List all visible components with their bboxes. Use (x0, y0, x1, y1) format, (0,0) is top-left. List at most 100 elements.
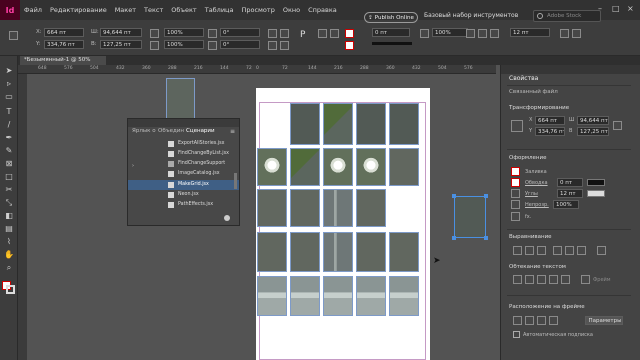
selected-image-frame[interactable] (454, 196, 486, 238)
free-transform-tool-icon[interactable]: ⤡ (3, 198, 15, 208)
fx-label[interactable]: fx. (525, 214, 531, 220)
tab-script-label[interactable]: Ярлык о (132, 128, 156, 134)
info-icon[interactable] (224, 215, 230, 221)
fill-swatch-icon[interactable] (345, 29, 354, 38)
grid-image-frame[interactable] (323, 276, 353, 316)
grid-image-frame[interactable] (356, 276, 386, 316)
select-content-icon[interactable] (330, 29, 339, 38)
fill-swatch-icon[interactable] (511, 167, 520, 176)
tab-merge[interactable]: Объедин (158, 128, 184, 134)
prop-h-field[interactable]: 127,25 пт (577, 127, 609, 136)
workspace-switcher[interactable]: Базовый набор инструментов (424, 12, 518, 19)
fx-icon[interactable] (420, 29, 429, 38)
grid-image-frame[interactable] (290, 103, 320, 145)
align-icon[interactable] (466, 29, 475, 38)
reference-point-icon[interactable] (9, 31, 18, 40)
grid-image-frame[interactable] (389, 276, 419, 316)
list-item[interactable]: FindChangeByList.jsx (128, 149, 239, 159)
list-item[interactable]: Neon.jsx (128, 190, 239, 200)
list-item-selected[interactable]: MakeGrid.jsx (128, 180, 239, 190)
note-tool-icon[interactable]: ▤ (3, 224, 15, 234)
prop-y-field[interactable]: 334,76 пт (535, 127, 565, 136)
grid-image-frame[interactable] (257, 276, 287, 316)
opacity-field[interactable]: 100% (432, 28, 468, 37)
rectangle-frame-tool-icon[interactable]: ⊠ (3, 159, 15, 169)
eyedropper-tool-icon[interactable]: ⌇ (3, 237, 15, 247)
properties-panel-header[interactable] (501, 65, 640, 74)
align-middle-icon[interactable] (565, 246, 574, 255)
menu-edit[interactable]: Редактирование (46, 0, 111, 20)
stroke-swatch-icon[interactable] (345, 41, 354, 50)
corner-label[interactable]: Углы (525, 191, 538, 197)
selection-tool-icon[interactable]: ➤ (3, 66, 15, 76)
rotate-cw-icon[interactable] (268, 29, 277, 38)
grid-image-frame[interactable] (323, 103, 353, 145)
wrap-jump-icon[interactable] (549, 275, 558, 284)
fill-proportionally-icon[interactable] (537, 316, 546, 325)
publish-online-button[interactable]: ⇪ Publish Online (364, 12, 418, 23)
opacity-value-field[interactable]: 100% (553, 200, 579, 209)
frame-fitting-icon[interactable] (560, 29, 569, 38)
hand-tool-icon[interactable]: ✋ (3, 250, 15, 260)
prop-x-field[interactable]: 664 пт (535, 116, 565, 125)
grid-image-frame[interactable] (356, 103, 386, 145)
align-left-icon[interactable] (513, 246, 522, 255)
menu-layout[interactable]: Макет (111, 0, 140, 20)
list-item[interactable]: ExportAllStories.jsx (128, 139, 239, 149)
stroke-label[interactable]: Обводка (525, 180, 548, 186)
menu-file[interactable]: Файл (20, 0, 46, 20)
scale-x-field[interactable]: 100% (164, 28, 204, 37)
properties-title[interactable]: Свойства (509, 75, 538, 82)
stroke-swatch-icon[interactable] (511, 178, 520, 187)
maximize-icon[interactable]: □ (612, 4, 620, 13)
search-input[interactable]: Adobe Stock (533, 10, 601, 22)
grid-image-frame[interactable] (389, 232, 419, 272)
flip-horizontal-icon[interactable] (280, 29, 289, 38)
align-right-icon[interactable] (537, 246, 546, 255)
zoom-tool-icon[interactable]: ⌕ (3, 263, 15, 273)
constrain-proportions-icon[interactable] (613, 121, 622, 130)
panel-menu-icon[interactable]: ≡ (230, 128, 235, 135)
x-field[interactable]: 664 пт (44, 28, 84, 37)
reference-point-icon[interactable] (511, 120, 523, 132)
object-p-icon[interactable]: P (300, 30, 305, 40)
close-icon[interactable]: × (627, 4, 634, 13)
wrap-frame-checkbox[interactable] (581, 275, 590, 284)
gradient-tool-icon[interactable]: ◧ (3, 211, 15, 221)
center-content-icon[interactable] (549, 316, 558, 325)
menu-table[interactable]: Таблица (201, 0, 238, 20)
grid-image-frame[interactable] (356, 232, 386, 272)
flip-vertical-icon[interactable] (280, 41, 289, 50)
menu-help[interactable]: Справка (304, 0, 341, 20)
corner-value-field[interactable]: 12 пт (557, 189, 583, 198)
columns-icon[interactable] (490, 29, 499, 38)
stroke-style-preview[interactable] (372, 42, 412, 45)
effects-icon[interactable] (511, 212, 520, 221)
stroke-weight-field[interactable]: 0 пт (372, 28, 410, 37)
selection-handle[interactable] (452, 236, 456, 240)
scale-y-field[interactable]: 100% (164, 40, 204, 49)
grid-image-frame[interactable] (323, 148, 353, 186)
grid-image-frame[interactable] (290, 232, 320, 272)
menu-window[interactable]: Окно (279, 0, 304, 20)
line-tool-icon[interactable]: / (3, 120, 15, 130)
align-bottom-icon[interactable] (577, 246, 586, 255)
pencil-tool-icon[interactable]: ✎ (3, 146, 15, 156)
selection-handle[interactable] (452, 194, 456, 198)
type-tool-icon[interactable]: T (3, 107, 15, 117)
selection-handle[interactable] (484, 194, 488, 198)
menu-view[interactable]: Просмотр (237, 0, 278, 20)
prop-w-field[interactable]: 94,644 пт (577, 116, 609, 125)
content-fit-icon[interactable] (572, 29, 581, 38)
scissors-tool-icon[interactable]: ✂ (3, 185, 15, 195)
fit-frame-icon[interactable] (525, 316, 534, 325)
wrap-next-column-icon[interactable] (561, 275, 570, 284)
list-item[interactable]: FindChangeSupport (128, 159, 239, 169)
pen-tool-icon[interactable]: ✒ (3, 133, 15, 143)
distribute-icon[interactable] (478, 29, 487, 38)
fit-content-icon[interactable] (513, 316, 522, 325)
scrollbar-thumb[interactable] (234, 173, 237, 189)
rectangle-tool-icon[interactable]: □ (3, 172, 15, 182)
align-top-icon[interactable] (553, 246, 562, 255)
select-container-icon[interactable] (318, 29, 327, 38)
